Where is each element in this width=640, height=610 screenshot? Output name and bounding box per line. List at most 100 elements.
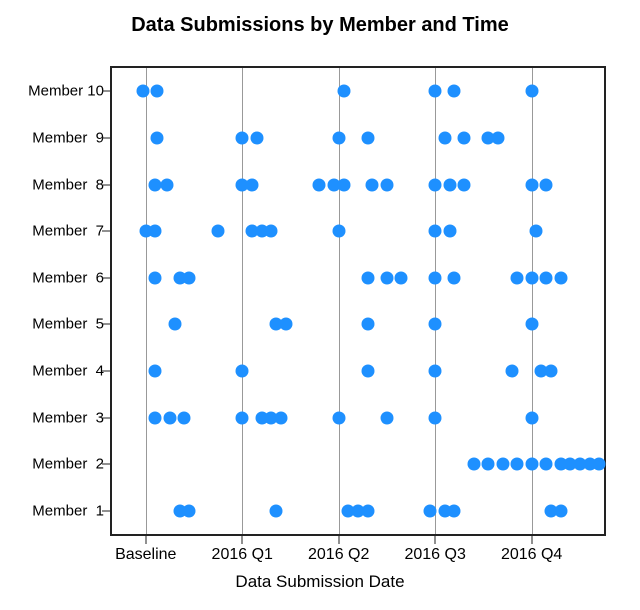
data-point bbox=[429, 411, 442, 424]
data-point bbox=[448, 85, 461, 98]
data-point bbox=[525, 318, 538, 331]
data-point bbox=[544, 364, 557, 377]
data-point bbox=[530, 225, 543, 238]
data-point bbox=[183, 271, 196, 284]
data-point bbox=[429, 318, 442, 331]
y-tick-mark bbox=[102, 91, 110, 92]
data-point bbox=[429, 225, 442, 238]
data-point bbox=[395, 271, 408, 284]
data-point bbox=[313, 178, 326, 191]
data-point bbox=[168, 318, 181, 331]
data-point bbox=[361, 364, 374, 377]
data-point bbox=[438, 131, 451, 144]
y-tick-mark bbox=[102, 231, 110, 232]
data-point bbox=[361, 504, 374, 517]
data-point bbox=[429, 364, 442, 377]
y-tick-mark bbox=[102, 510, 110, 511]
y-tick-mark bbox=[102, 137, 110, 138]
y-tick-mark bbox=[102, 464, 110, 465]
data-point bbox=[337, 85, 350, 98]
y-tick-mark bbox=[102, 277, 110, 278]
data-point bbox=[496, 458, 509, 471]
data-point bbox=[429, 271, 442, 284]
data-point bbox=[511, 458, 524, 471]
data-point bbox=[361, 318, 374, 331]
x-tick-label: 2016 Q2 bbox=[308, 546, 369, 564]
y-tick-mark bbox=[102, 184, 110, 185]
y-tick-label: Member 7 bbox=[4, 223, 104, 240]
data-point bbox=[361, 271, 374, 284]
x-tick-label: 2016 Q3 bbox=[404, 546, 465, 564]
data-point bbox=[458, 131, 471, 144]
y-tick-label: Member 6 bbox=[4, 269, 104, 286]
data-point bbox=[380, 271, 393, 284]
y-tick-mark bbox=[102, 324, 110, 325]
data-point bbox=[458, 178, 471, 191]
data-point bbox=[361, 131, 374, 144]
data-point bbox=[429, 85, 442, 98]
data-point bbox=[212, 225, 225, 238]
data-point bbox=[332, 225, 345, 238]
data-point bbox=[149, 271, 162, 284]
data-point bbox=[540, 271, 553, 284]
y-tick-label: Member 5 bbox=[4, 316, 104, 333]
y-tick-label: Member 9 bbox=[4, 129, 104, 146]
y-tick-label: Member 4 bbox=[4, 362, 104, 379]
data-point bbox=[149, 411, 162, 424]
x-axis-label: Data Submission Date bbox=[0, 572, 640, 592]
data-point bbox=[151, 85, 164, 98]
data-point bbox=[183, 504, 196, 517]
data-point bbox=[525, 458, 538, 471]
data-point bbox=[424, 504, 437, 517]
y-tick-label: Member 8 bbox=[4, 176, 104, 193]
x-tick-mark bbox=[145, 536, 146, 544]
data-point bbox=[593, 458, 606, 471]
data-point bbox=[270, 504, 283, 517]
y-tick-mark bbox=[102, 370, 110, 371]
data-point bbox=[236, 131, 249, 144]
data-point bbox=[443, 178, 456, 191]
x-tick-mark bbox=[338, 536, 339, 544]
plot-area bbox=[110, 66, 606, 536]
data-point bbox=[467, 458, 480, 471]
data-point bbox=[448, 504, 461, 517]
y-tick-label: Member 1 bbox=[4, 502, 104, 519]
gridline bbox=[146, 68, 147, 534]
gridline bbox=[435, 68, 436, 534]
x-tick-mark bbox=[242, 536, 243, 544]
data-point bbox=[332, 131, 345, 144]
data-point bbox=[448, 271, 461, 284]
data-point bbox=[540, 178, 553, 191]
data-point bbox=[482, 458, 495, 471]
data-point bbox=[279, 318, 292, 331]
data-point bbox=[525, 271, 538, 284]
data-point bbox=[525, 85, 538, 98]
data-point bbox=[511, 271, 524, 284]
data-point bbox=[429, 178, 442, 191]
data-point bbox=[554, 504, 567, 517]
data-point bbox=[443, 225, 456, 238]
data-point bbox=[337, 178, 350, 191]
y-tick-label: Member 2 bbox=[4, 456, 104, 473]
data-point bbox=[163, 411, 176, 424]
x-tick-mark bbox=[531, 536, 532, 544]
x-tick-label: Baseline bbox=[115, 546, 176, 564]
data-point bbox=[380, 411, 393, 424]
x-tick-label: 2016 Q4 bbox=[501, 546, 562, 564]
data-point bbox=[149, 364, 162, 377]
y-tick-label: Member 3 bbox=[4, 409, 104, 426]
data-point bbox=[236, 411, 249, 424]
x-tick-label: 2016 Q1 bbox=[212, 546, 273, 564]
data-point bbox=[250, 131, 263, 144]
data-point bbox=[332, 411, 345, 424]
data-point bbox=[554, 271, 567, 284]
data-point bbox=[160, 178, 173, 191]
data-point bbox=[506, 364, 519, 377]
y-tick-mark bbox=[102, 417, 110, 418]
data-point bbox=[274, 411, 287, 424]
y-tick-label: Member 10 bbox=[4, 83, 104, 100]
data-point bbox=[245, 178, 258, 191]
data-point bbox=[265, 225, 278, 238]
chart-container: Data Submissions by Member and Time Data… bbox=[0, 0, 640, 610]
data-point bbox=[380, 178, 393, 191]
